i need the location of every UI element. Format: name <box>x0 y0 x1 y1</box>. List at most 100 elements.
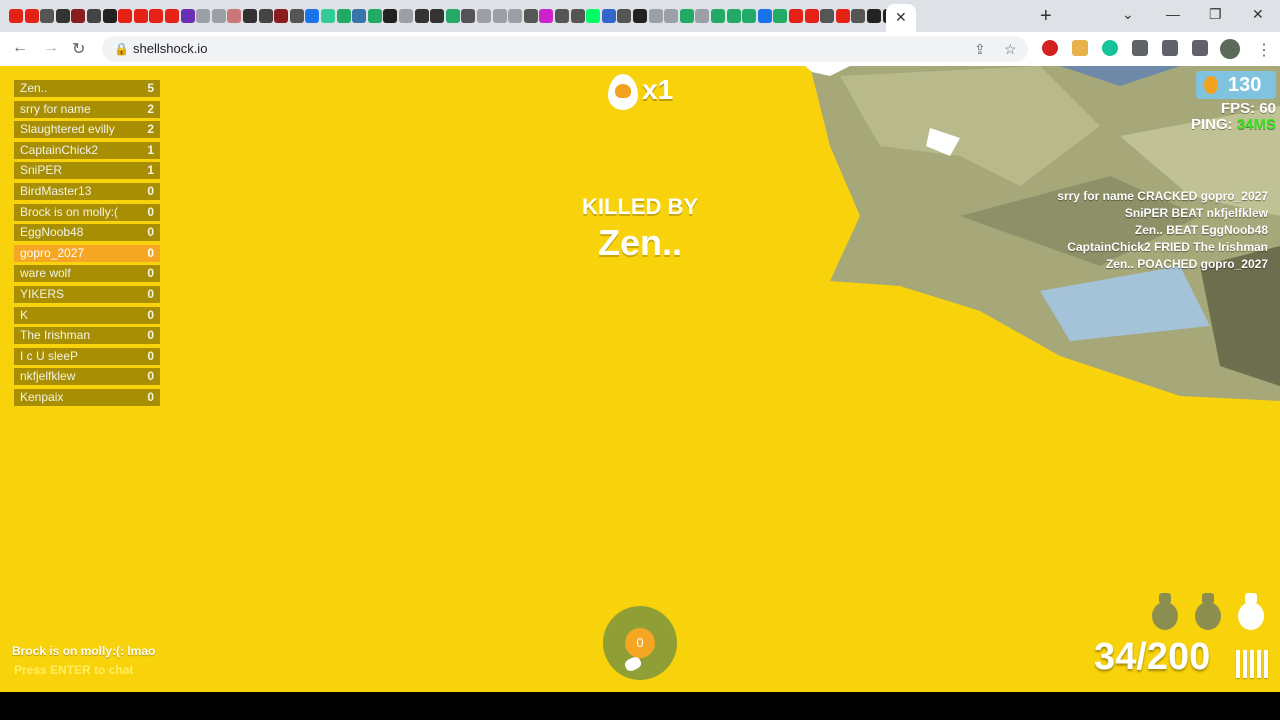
tab-favicon[interactable] <box>71 9 86 23</box>
forward-arrow-icon[interactable]: → <box>43 39 59 57</box>
tab-favicon[interactable] <box>664 9 679 23</box>
tab-favicon[interactable] <box>55 9 70 23</box>
tab-favicon[interactable] <box>711 9 725 23</box>
tab-favicon[interactable] <box>461 9 476 23</box>
tab-favicon[interactable] <box>289 9 304 23</box>
tab-favicon[interactable] <box>477 9 491 23</box>
tab-favicon[interactable] <box>430 9 445 23</box>
chat-message: Brock is on molly:(: lmao <box>12 644 156 658</box>
tab-favicon[interactable] <box>586 9 601 23</box>
tab-favicon[interactable] <box>227 9 242 23</box>
tab-favicon[interactable] <box>757 9 772 23</box>
extension-edit-icon[interactable] <box>1072 40 1088 56</box>
active-tab[interactable]: ✕ <box>886 4 916 32</box>
minimize-button[interactable]: — <box>1166 6 1180 22</box>
tab-favicon[interactable] <box>508 9 523 23</box>
player-name: K <box>20 307 29 322</box>
tab-favicon[interactable] <box>648 9 663 23</box>
bookmark-star-icon[interactable]: ☆ <box>1004 41 1017 58</box>
lock-icon[interactable]: 🔒 <box>114 42 129 56</box>
tab-favicon[interactable] <box>601 9 616 23</box>
close-tab-icon[interactable]: ✕ <box>895 9 907 26</box>
tab-favicon[interactable] <box>414 9 429 23</box>
tab-favicon[interactable] <box>867 9 881 23</box>
scoreboard-row: srry for name 2 <box>14 100 160 118</box>
tab-favicon[interactable] <box>165 9 179 23</box>
egg-currency-badge: 130 <box>1196 71 1276 99</box>
tab-favicon[interactable] <box>24 9 39 23</box>
extension-adblock-icon[interactable] <box>1042 40 1058 56</box>
share-icon[interactable]: ⇪ <box>974 41 986 58</box>
side-panel-icon[interactable] <box>1192 40 1208 56</box>
tab-favicon[interactable] <box>820 9 835 23</box>
extensions-puzzle-icon[interactable] <box>1132 40 1148 56</box>
media-queue-icon[interactable] <box>1162 40 1178 56</box>
tab-favicon[interactable] <box>742 9 757 23</box>
tab-favicon[interactable] <box>399 9 413 23</box>
tab-favicon[interactable] <box>196 9 211 23</box>
game-viewport[interactable]: Zen.. 5 srry for name 2 Slaughtered evilly 2 C… <box>0 66 1280 692</box>
tab-favicon[interactable] <box>321 9 335 23</box>
browser-menu-icon[interactable]: ⋮ <box>1256 40 1272 60</box>
tab-favicon[interactable] <box>492 9 507 23</box>
scoreboard-row: EggNoob48 0 <box>14 224 160 242</box>
player-name: Zen.. <box>20 81 48 95</box>
tab-favicon[interactable] <box>445 9 460 23</box>
tab-favicon[interactable] <box>336 9 351 23</box>
close-window-button[interactable]: ✕ <box>1252 6 1264 23</box>
grenade-icon <box>1150 590 1180 630</box>
scoreboard-row: I c U sleeP 0 <box>14 347 160 365</box>
tab-favicon[interactable] <box>383 9 398 23</box>
tab-favicon[interactable] <box>305 9 320 23</box>
kill-feed: srry for name CRACKED gopro_2027 SniPER B… <box>1057 188 1268 273</box>
tab-favicon[interactable] <box>789 9 803 23</box>
new-tab-button[interactable]: + <box>1040 5 1052 28</box>
tab-favicon[interactable] <box>804 9 819 23</box>
scoreboard: Zen.. 5 srry for name 2 Slaughtered evilly 2 C… <box>14 80 160 410</box>
tab-favicon[interactable] <box>851 9 866 23</box>
tab-favicon[interactable] <box>539 9 554 23</box>
tab-favicon[interactable] <box>835 9 850 23</box>
extension-grammarly-icon[interactable] <box>1102 40 1118 56</box>
restore-button[interactable]: ❐ <box>1209 6 1222 23</box>
tab-favicon[interactable] <box>679 9 694 23</box>
player-name: Kenpaix <box>20 389 64 404</box>
tab-favicon[interactable] <box>633 9 647 23</box>
tab-favicon[interactable] <box>87 9 101 23</box>
ping-label: PING: <box>1190 116 1233 133</box>
player-score: 2 <box>147 101 154 116</box>
tab-search-icon[interactable]: ⌄ <box>1122 6 1134 23</box>
tab-favicon[interactable] <box>211 9 226 23</box>
tab-favicon[interactable] <box>726 9 741 23</box>
kill-feed-entry: srry for name CRACKED gopro_2027 <box>1057 189 1268 203</box>
tab-favicon[interactable] <box>258 9 273 23</box>
tab-favicon[interactable] <box>274 9 289 23</box>
scoreboard-row: Kenpaix 0 <box>14 388 160 406</box>
tab-favicon[interactable] <box>9 9 23 23</box>
tab-favicon[interactable] <box>149 9 164 23</box>
tab-favicon[interactable] <box>523 9 538 23</box>
tab-favicon[interactable] <box>617 9 632 23</box>
tab-favicon[interactable] <box>40 9 55 23</box>
tab-favicon[interactable] <box>695 9 710 23</box>
back-arrow-icon[interactable]: ← <box>12 39 28 57</box>
tab-favicon[interactable] <box>118 9 133 23</box>
tab-favicon[interactable] <box>133 9 148 23</box>
tab-favicon[interactable] <box>352 9 367 23</box>
address-bar[interactable]: 🔒 shellshock.io ⇪ ☆ <box>102 36 1028 62</box>
profile-avatar[interactable] <box>1220 39 1240 59</box>
tab-favicon[interactable] <box>367 9 382 23</box>
tab-favicon[interactable] <box>102 9 117 23</box>
tab-favicon[interactable] <box>180 9 195 23</box>
tab-favicon[interactable] <box>773 9 788 23</box>
url-text: shellshock.io <box>133 41 208 56</box>
tab-favicon[interactable] <box>570 9 585 23</box>
scoreboard-row: CaptainChick2 1 <box>14 141 160 159</box>
reload-icon[interactable]: ↻ <box>72 39 85 59</box>
tab-favicon[interactable] <box>555 9 569 23</box>
player-name: BirdMaster13 <box>20 183 92 198</box>
killer-name: Zen.. <box>597 222 682 263</box>
tab-favicon[interactable] <box>243 9 257 23</box>
scoreboard-row: Brock is on molly:(0 <box>14 203 160 221</box>
chat-prompt[interactable]: Press ENTER to chat <box>14 663 133 677</box>
